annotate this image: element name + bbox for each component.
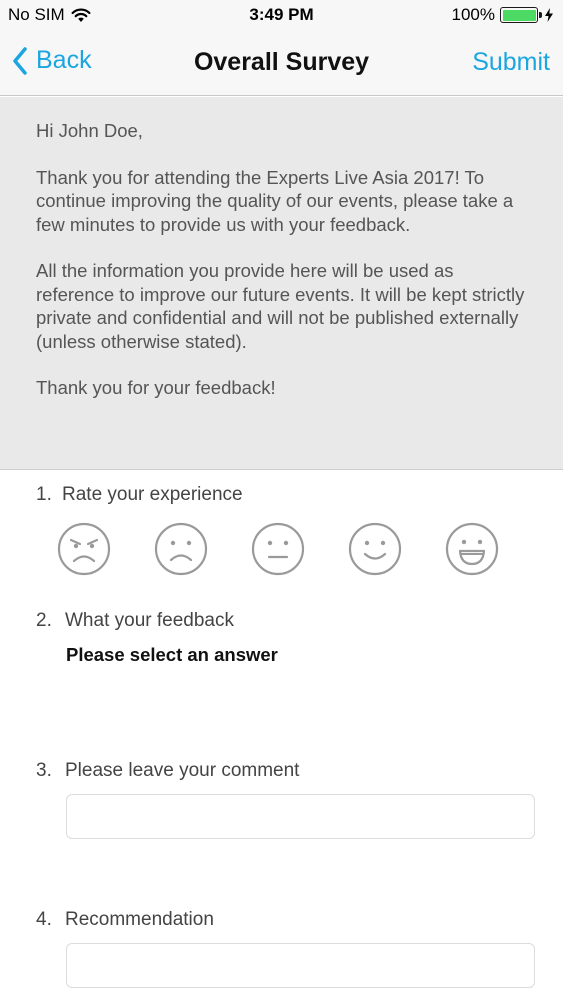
- question-text: Please leave your comment: [65, 760, 300, 781]
- charging-bolt-icon: [545, 8, 553, 22]
- battery-icon: [500, 7, 542, 23]
- question-text: Recommendation: [65, 909, 214, 930]
- angry-face-icon[interactable]: [57, 522, 111, 576]
- question-text: What your feedback: [65, 610, 234, 631]
- intro-paragraph-2: All the information you provide here wil…: [36, 260, 525, 352]
- question-4-label: 4. Recommendation: [36, 909, 214, 931]
- comment-input[interactable]: [66, 794, 535, 839]
- navigation-bar: Back Overall Survey Submit: [0, 30, 563, 96]
- question-text: Rate your experience: [62, 484, 243, 505]
- rating-row: [57, 522, 507, 576]
- neutral-face-icon[interactable]: [251, 522, 305, 576]
- closing-text: Thank you for your feedback!: [36, 377, 276, 398]
- question-2-label: 2. What your feedback: [36, 610, 234, 632]
- status-bar: No SIM 3:49 PM 100%: [0, 0, 563, 30]
- question-number: 1.: [36, 484, 52, 505]
- question-1-label: 1. Rate your experience: [36, 484, 243, 506]
- sad-face-icon[interactable]: [154, 522, 208, 576]
- battery-info: 100%: [452, 5, 553, 25]
- battery-percent: 100%: [451, 5, 495, 24]
- intro-panel: Hi John Doe, Thank you for attending the…: [0, 97, 563, 470]
- question-number: 3.: [36, 760, 52, 781]
- submit-button[interactable]: Submit: [472, 48, 550, 77]
- question-3-label: 3. Please leave your comment: [36, 760, 299, 782]
- greeting-text: Hi John Doe,: [36, 120, 143, 141]
- question-number: 4.: [36, 909, 52, 930]
- intro-paragraph-1: Thank you for attending the Experts Live…: [36, 166, 514, 235]
- select-answer-prompt[interactable]: Please select an answer: [66, 644, 278, 666]
- recommendation-input[interactable]: [66, 943, 535, 988]
- battery-level: [502, 9, 536, 21]
- grin-face-icon[interactable]: [445, 522, 499, 576]
- smile-face-icon[interactable]: [348, 522, 402, 576]
- question-number: 2.: [36, 610, 52, 631]
